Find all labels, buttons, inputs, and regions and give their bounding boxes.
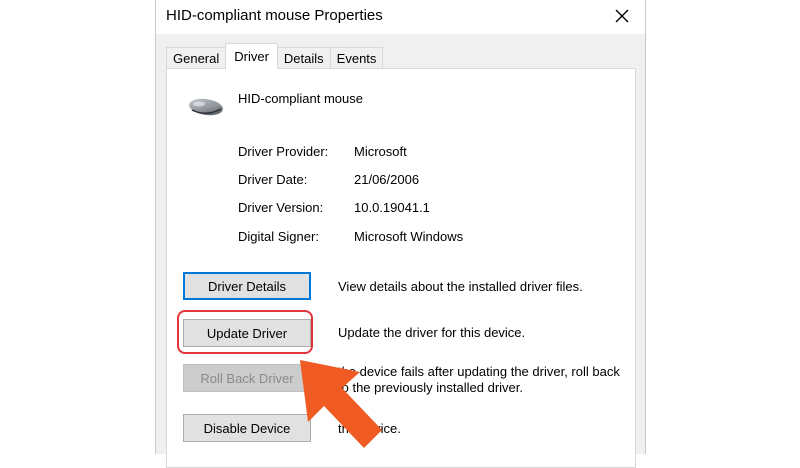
info-label: Digital Signer:: [238, 229, 319, 244]
tab-details[interactable]: Details: [276, 47, 331, 69]
properties-dialog: HID-compliant mouse Properties General D…: [155, 0, 646, 468]
tab-driver[interactable]: Driver: [225, 43, 278, 69]
disable-device-button[interactable]: Disable Device: [183, 414, 311, 442]
info-label: Driver Date:: [238, 172, 308, 187]
info-label: Driver Version:: [238, 200, 324, 215]
title-bar: HID-compliant mouse Properties: [156, 0, 645, 34]
close-icon: [615, 9, 629, 23]
tab-events[interactable]: Events: [329, 47, 384, 69]
device-name: HID-compliant mouse: [238, 91, 363, 106]
disable-device-description: the device.: [338, 421, 401, 436]
info-value: 21/06/2006: [354, 172, 420, 187]
tab-strip: General Driver Details Events: [166, 43, 384, 69]
window-title: HID-compliant mouse Properties: [166, 7, 383, 24]
info-value: Microsoft: [354, 144, 407, 159]
driver-panel: HID-compliant mouse Driver Provider: Mic…: [166, 68, 636, 468]
mouse-icon: [189, 98, 223, 116]
driver-details-button[interactable]: Driver Details: [183, 272, 311, 300]
info-value: 10.0.19041.1: [354, 200, 430, 215]
info-label: Driver Provider:: [238, 144, 329, 159]
roll-back-driver-description: the device fails after updating the driv…: [338, 364, 620, 395]
tab-general[interactable]: General: [166, 47, 227, 69]
info-value: Microsoft Windows: [354, 229, 464, 244]
update-driver-button[interactable]: Update Driver: [183, 319, 311, 347]
update-driver-description: Update the driver for this device.: [338, 325, 526, 340]
roll-back-driver-button: Roll Back Driver: [183, 364, 311, 392]
driver-details-description: View details about the installed driver …: [338, 279, 583, 294]
close-button[interactable]: [599, 0, 645, 32]
